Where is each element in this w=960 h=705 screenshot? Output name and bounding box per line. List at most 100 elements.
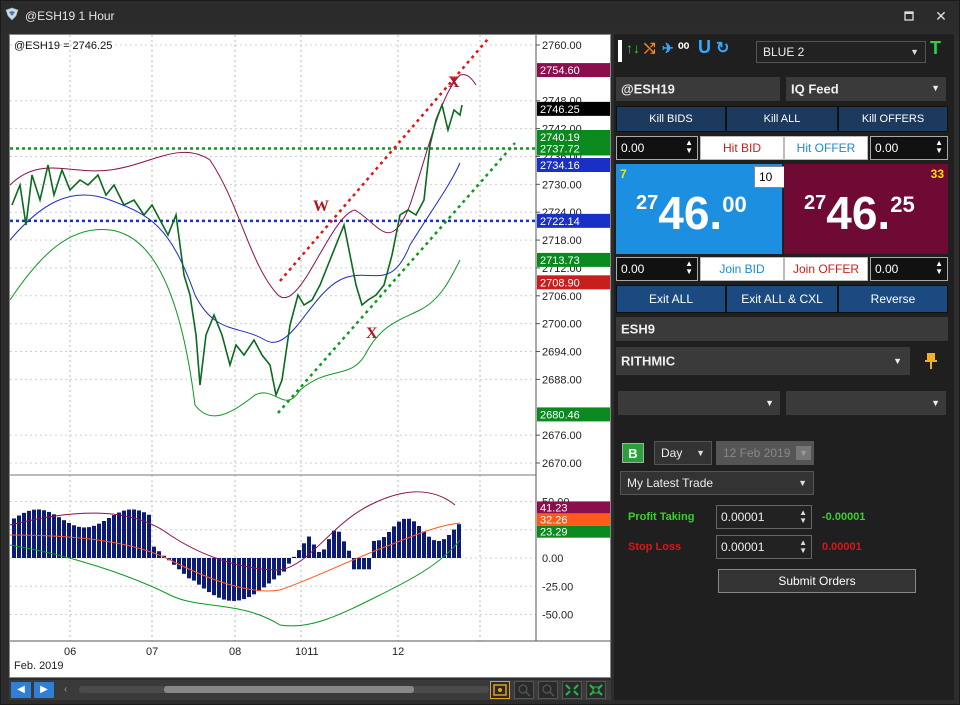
chart-settings-icon[interactable] (490, 681, 510, 699)
reverse-button[interactable]: Reverse (838, 285, 948, 313)
pin-icon[interactable]: ✈ (662, 40, 674, 57)
scroll-right-button[interactable]: ▶ (34, 682, 54, 698)
expand-chart-icon[interactable] (586, 681, 606, 699)
osc-tick-label: -25.00 (542, 581, 573, 593)
submit-orders-button[interactable]: Submit Orders (718, 569, 916, 593)
stepper-arrows-icon[interactable]: ▲▼ (935, 139, 943, 155)
osc-tick-label: -50.00 (542, 610, 573, 622)
stepper-arrows-icon[interactable]: ▲▼ (685, 260, 693, 276)
profit-taking-stepper[interactable]: 0.00001 ▲ ▼ (716, 505, 812, 529)
broker-select-value: RITHMIC (621, 353, 676, 369)
osc-bar (362, 558, 366, 570)
chevron-down-icon: ▼ (931, 398, 940, 408)
bid-size: 7 (620, 167, 627, 181)
join-bid-button[interactable]: Join BID (700, 257, 784, 281)
offer-price-main: 46. (826, 187, 891, 239)
bid-price-main: 46. (658, 187, 723, 239)
osc-bar (427, 536, 431, 558)
kill-all-button[interactable]: Kill ALL (726, 106, 838, 132)
osc-bar (322, 549, 326, 558)
osc-tag-label: 41.23 (540, 502, 568, 514)
broker-select[interactable]: RITHMIC ▼ (616, 347, 910, 375)
maximize-icon[interactable] (897, 5, 921, 27)
text-tool-icon[interactable]: T (930, 38, 941, 59)
offer-offset-value: 0.00 (875, 141, 899, 155)
osc-bar (222, 558, 226, 600)
osc-bar (262, 558, 266, 588)
join-offer-offset-stepper[interactable]: 0.00 ▲ ▼ (870, 257, 948, 281)
osc-bar (292, 556, 296, 558)
feed-select[interactable]: IQ Feed ▼ (786, 77, 946, 101)
scroll-left-button[interactable]: ◀ (11, 682, 31, 698)
b-button[interactable]: B (622, 443, 644, 463)
pin-icon[interactable] (924, 352, 938, 370)
bid-offset-value: 0.00 (621, 141, 645, 155)
price-tick-label: 2760.00 (542, 40, 582, 52)
order-entry-panel: ↑↓ ⤭ ✈ ⁰⁰ U ↻ BLUE 2 ▼ T @ESH19 IQ Feed … (614, 34, 954, 700)
osc-bar (117, 512, 121, 558)
date-select[interactable]: 12 Feb 2019 ▼ (716, 441, 814, 465)
scroll-left-arrow-icon[interactable]: ‹ (64, 684, 67, 695)
osc-bar (267, 558, 271, 584)
hit-offer-button[interactable]: Hit OFFER (784, 136, 868, 160)
chart-trader-window: @ESH19 1 Hour ✕ 2760.00 2748.00 2742.00 273… (0, 0, 960, 705)
tif-select[interactable]: Day ▼ (654, 441, 712, 465)
stepper-arrows-icon[interactable]: ▲▼ (799, 509, 807, 525)
kill-offers-button[interactable]: Kill OFFERS (838, 106, 948, 132)
stop-loss-value: 0.00001 (721, 540, 765, 554)
osc-bar (277, 558, 281, 576)
stepper-arrows-icon[interactable]: ▲▼ (799, 539, 807, 555)
offer-size: 33 (930, 167, 944, 181)
exit-all-cxl-button[interactable]: Exit ALL & CXL (726, 285, 838, 313)
magnet-icon[interactable]: U (698, 37, 711, 58)
sub-select-a[interactable]: ▼ (618, 391, 780, 415)
arrows-icon[interactable]: ↑↓ (626, 40, 640, 56)
osc-bar (332, 530, 336, 558)
wave-annotation: W (313, 198, 329, 215)
kill-bids-button[interactable]: Kill BIDS (616, 106, 726, 132)
osc-bar (27, 510, 31, 558)
zoom-out-icon[interactable] (538, 681, 558, 699)
join-bid-offset-stepper[interactable]: 0.00 ▲ ▼ (616, 257, 698, 281)
quantity-value: 10 (759, 170, 773, 184)
symbol-field[interactable]: @ESH19 (616, 77, 780, 101)
osc-bar (17, 515, 21, 558)
osc-bar (112, 515, 116, 558)
offer-price-fraction: 25 (890, 192, 915, 217)
price-tick-label: 2694.00 (542, 347, 582, 359)
osc-bar (122, 510, 126, 558)
stop-loss-stepper[interactable]: 0.00001 ▲ ▼ (716, 535, 812, 559)
stepper-arrows-icon[interactable]: ▲▼ (935, 260, 943, 276)
osc-bar (287, 558, 291, 564)
osc-bar (327, 539, 331, 558)
counter-icon[interactable]: ⁰⁰ (678, 40, 689, 57)
osc-bar (357, 558, 361, 570)
refresh-icon[interactable]: ↻ (716, 38, 729, 58)
scroll-thumb[interactable] (164, 686, 414, 693)
shuffle-icon[interactable]: ⤭ (644, 40, 655, 57)
sub-select-b[interactable]: ▼ (786, 391, 946, 415)
osc-bar (452, 529, 456, 558)
hit-bid-button[interactable]: Hit BID (700, 136, 784, 160)
close-icon[interactable]: ✕ (929, 5, 953, 27)
chart-scrollbar[interactable]: ◀ ▶ ‹ (9, 680, 611, 700)
exit-all-button[interactable]: Exit ALL (616, 285, 726, 313)
offer-price-box[interactable]: 33 2746.25 (784, 164, 948, 254)
account-select[interactable]: BLUE 2 ▼ (756, 41, 926, 63)
osc-bar (447, 534, 451, 558)
osc-bar (417, 525, 421, 558)
strategy-select[interactable]: My Latest Trade ▼ (620, 471, 814, 495)
osc-bar (397, 521, 401, 558)
stop-loss-result: 0.00001 (822, 541, 862, 553)
price-tag-label: 2734.16 (540, 160, 580, 172)
zoom-in-icon[interactable] (514, 681, 534, 699)
contract-field[interactable]: ESH9 (616, 317, 948, 341)
bid-offset-stepper[interactable]: 0.00 ▲ ▼ (616, 136, 698, 160)
join-offer-button[interactable]: Join OFFER (784, 257, 868, 281)
price-chart[interactable]: 2760.00 2748.00 2742.00 2736.00 2730.00 2724.… (9, 34, 612, 679)
stepper-arrows-icon[interactable]: ▲▼ (685, 139, 693, 155)
symbol-value: @ESH19 (621, 81, 675, 97)
offer-offset-stepper[interactable]: 0.00 ▲ ▼ (870, 136, 948, 160)
fit-chart-icon[interactable] (562, 681, 582, 699)
chart-canvas[interactable]: 2760.002748.002742.002736.002730.002724.… (10, 35, 612, 679)
